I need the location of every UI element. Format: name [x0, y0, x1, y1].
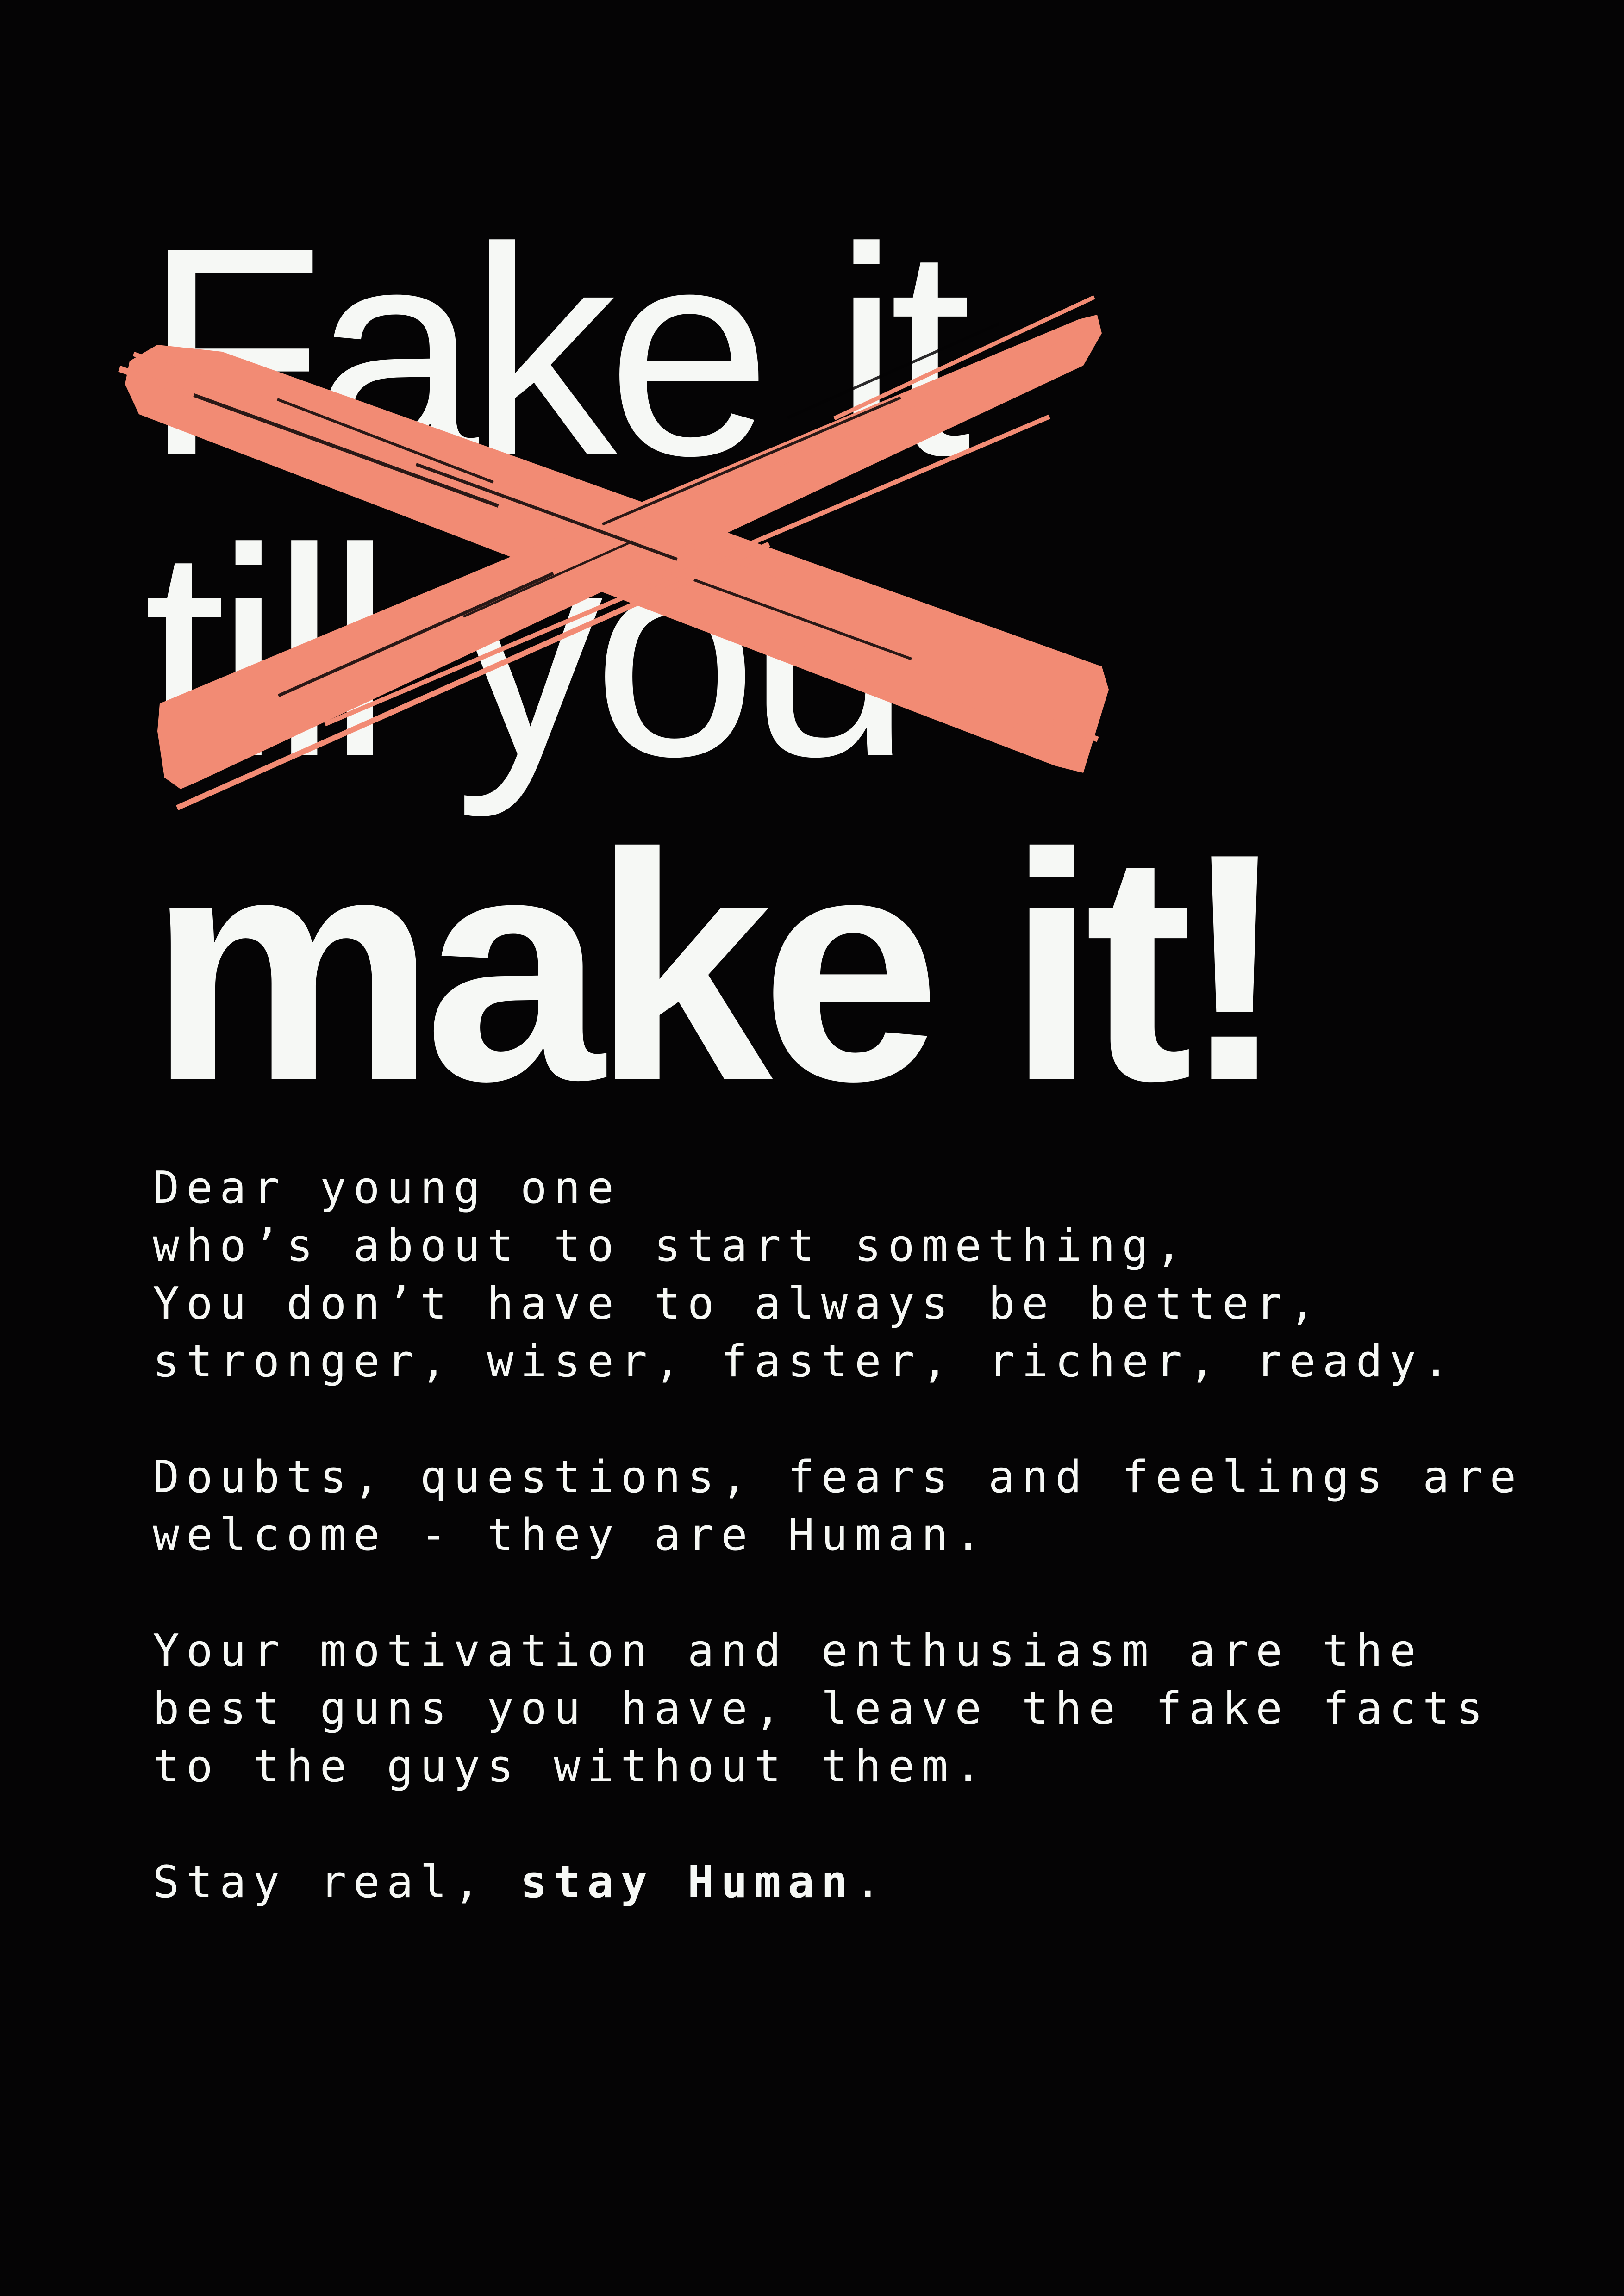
- closing-line: Stay real, stay Human.: [153, 1854, 1542, 1911]
- letter-line: welcome - they are Human.: [153, 1510, 988, 1561]
- letter-paragraph-2: Doubts, questions, fears and feelings ar…: [153, 1449, 1542, 1564]
- letter-line: Your motivation and enthusiasm are the: [153, 1625, 1423, 1676]
- letter-closing: Stay real, stay Human.: [153, 1854, 1542, 1911]
- closing-prefix: Stay real,: [153, 1857, 521, 1908]
- closing-emphasis: stay Human: [520, 1857, 855, 1908]
- letter-line: to the guys without them.: [153, 1741, 988, 1792]
- headline-line-1: Fake it: [144, 186, 972, 517]
- closing-suffix: .: [855, 1857, 888, 1908]
- letter-line: stronger, wiser, faster, richer, ready.: [153, 1336, 1456, 1387]
- letter-line: You don’t have to always be better,: [153, 1278, 1323, 1329]
- letter-line: best guns you have, leave the fake facts: [153, 1683, 1490, 1734]
- letter-body: Dear young one who’s about to start some…: [153, 1159, 1542, 1969]
- letter-paragraph-1: Dear young one who’s about to start some…: [153, 1159, 1542, 1391]
- headline-line-2: till you: [144, 487, 912, 818]
- headline-line-3: make it!: [148, 786, 1289, 1148]
- letter-line: Doubts, questions, fears and feelings ar…: [153, 1452, 1523, 1503]
- letter-line: who’s about to start something,: [153, 1220, 1189, 1271]
- poster: Fake it till you make it! Dear young one…: [0, 0, 1624, 2296]
- letter-line: Dear young one: [153, 1163, 621, 1213]
- letter-paragraph-3: Your motivation and enthusiasm are the b…: [153, 1622, 1542, 1796]
